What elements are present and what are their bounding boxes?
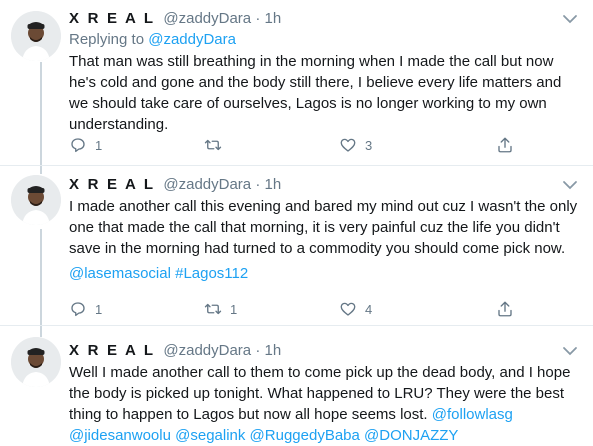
avatar[interactable] (11, 337, 61, 387)
display-name[interactable]: X R E A L (69, 176, 155, 193)
timestamp[interactable]: 1h (265, 176, 282, 193)
timestamp[interactable]: 1h (265, 342, 282, 359)
separator: · (255, 176, 261, 193)
avatar[interactable] (11, 175, 61, 225)
chevron-down-icon[interactable] (561, 178, 579, 192)
reply-count: 1 (95, 137, 103, 153)
avatar[interactable] (11, 11, 61, 61)
like-button[interactable]: 3 (339, 136, 372, 154)
tweet-tags[interactable]: @lasemasocial #Lagos112 (69, 263, 579, 284)
share-icon (498, 301, 512, 317)
reply-icon (71, 302, 85, 317)
tweet-header: X R E A L @zaddyDara · 1h (69, 9, 579, 29)
chevron-down-icon[interactable] (561, 12, 579, 26)
retweet-count: 1 (230, 301, 238, 317)
share-button[interactable] (496, 300, 522, 318)
like-button[interactable]: 4 (339, 300, 372, 318)
replying-label: Replying to (69, 31, 145, 48)
tweet-text: That man was still breathing in the morn… (69, 53, 562, 133)
chevron-down-icon[interactable] (561, 344, 579, 358)
separator: · (255, 10, 261, 27)
tweet-actions: 1 1 4 (69, 300, 512, 320)
reply-button[interactable]: 1 (69, 300, 102, 318)
retweet-button[interactable]: 1 (204, 300, 237, 318)
share-button[interactable] (496, 136, 522, 154)
separator: · (255, 342, 261, 359)
display-name[interactable]: X R E A L (69, 342, 155, 359)
user-handle[interactable]: @zaddyDara (163, 10, 251, 27)
tweet[interactable]: X R E A L @zaddyDara · 1h I made another… (0, 166, 593, 326)
user-handle[interactable]: @zaddyDara (163, 176, 251, 193)
share-icon (498, 137, 512, 153)
mention-links[interactable]: @jidesanwoolu @segalink @RuggedyBaba @DO… (69, 425, 579, 446)
tweet-text: I made another call this evening and bar… (69, 196, 579, 284)
retweet-button[interactable] (204, 136, 230, 154)
heart-icon (340, 138, 356, 152)
tweet[interactable]: X R E A L @zaddyDara · 1h Replying to @z… (0, 0, 593, 166)
retweet-icon (204, 303, 222, 315)
replying-to: Replying to @zaddyDara (69, 30, 579, 50)
retweet-icon (204, 139, 222, 151)
reply-icon (71, 138, 85, 153)
display-name[interactable]: X R E A L (69, 10, 155, 27)
like-count: 3 (365, 137, 373, 153)
tweet-header: X R E A L @zaddyDara · 1h (69, 175, 579, 195)
user-handle[interactable]: @zaddyDara (163, 342, 251, 359)
tweet[interactable]: X R E A L @zaddyDara · 1h Well I made an… (0, 326, 593, 445)
reply-count: 1 (95, 301, 103, 317)
tweet-header: X R E A L @zaddyDara · 1h (69, 341, 579, 361)
replying-to-link[interactable]: @zaddyDara (148, 31, 236, 48)
reply-button[interactable]: 1 (69, 136, 102, 154)
mention-link[interactable]: @followlasg (432, 406, 513, 423)
tweet-actions: 1 3 (69, 136, 512, 156)
heart-icon (340, 302, 356, 316)
tweet-text: Well I made another call to them to come… (69, 362, 579, 446)
tweet-body: I made another call this evening and bar… (69, 198, 578, 257)
timestamp[interactable]: 1h (265, 10, 282, 27)
like-count: 4 (365, 301, 373, 317)
